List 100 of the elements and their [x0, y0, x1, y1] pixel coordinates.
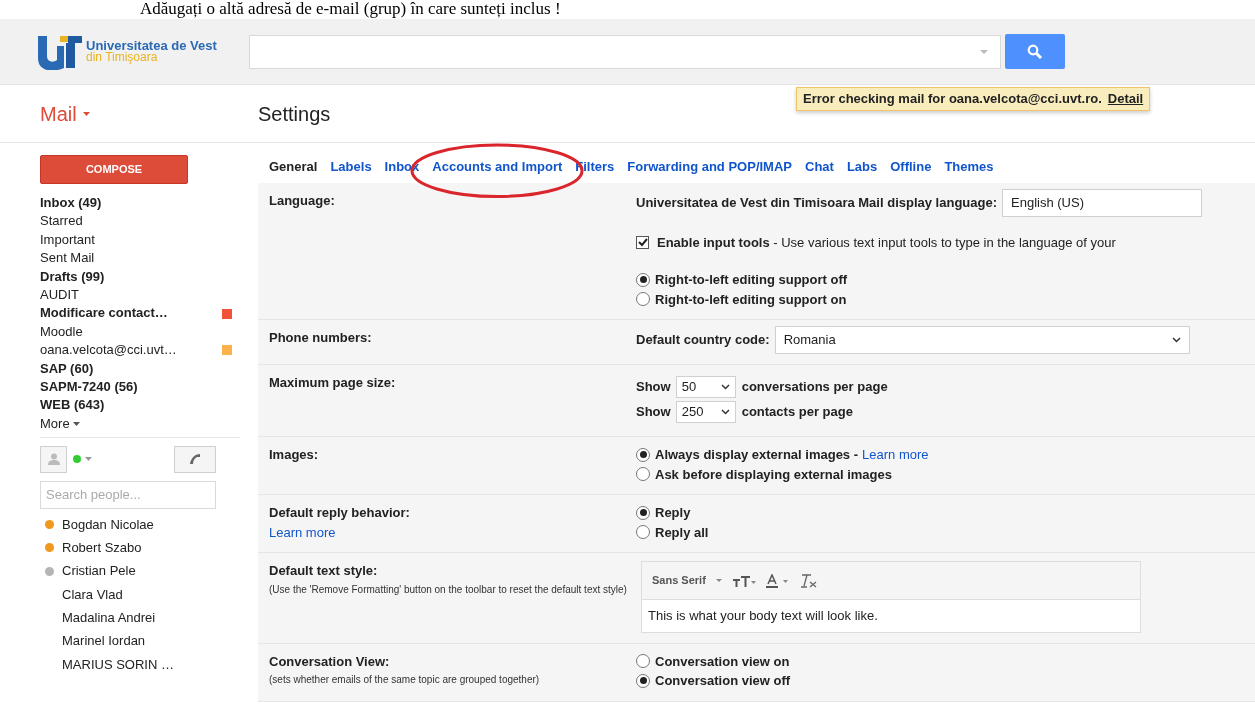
folder-item[interactable]: Sent Mail: [40, 249, 232, 268]
settings-tab[interactable]: General: [269, 157, 318, 177]
folder-item[interactable]: WEB (643): [40, 396, 232, 415]
clear-formatting-icon[interactable]: [799, 573, 818, 588]
setting-label: Conversation View:: [269, 652, 391, 671]
learn-more-link[interactable]: Learn more: [269, 524, 336, 540]
settings-tab[interactable]: Themes: [944, 157, 994, 177]
contact-name[interactable]: Robert Szabo: [62, 536, 142, 560]
details-link[interactable]: Detail: [1107, 91, 1144, 106]
field-label: Default country code:: [636, 331, 770, 350]
contact-name[interactable]: Clara Vlad: [62, 582, 123, 607]
dropdown-select[interactable]: English (US): [1002, 188, 1202, 217]
folder-label: SAP (60): [40, 359, 94, 378]
checkbox-label: Enable input tools - Use various text input tools to type in the language of your: [657, 233, 1116, 252]
radio-button[interactable]: [636, 272, 650, 287]
settings-tab[interactable]: Offline: [890, 157, 932, 177]
field-label: Show: [636, 403, 671, 422]
call-button[interactable]: [174, 445, 216, 473]
folder-label: Starred: [40, 212, 83, 231]
folder-item[interactable]: AUDIT: [40, 286, 232, 305]
font-family-dropdown[interactable]: Sans Serif: [652, 572, 706, 589]
radio-label: Right-to-left editing support off: [655, 271, 848, 289]
settings-tab[interactable]: Labs: [846, 157, 878, 177]
font-size-icon[interactable]: [731, 574, 756, 587]
contact-name[interactable]: Marinel Iordan: [62, 629, 146, 653]
status-menu-icon[interactable]: [73, 455, 95, 464]
field-label: Show: [636, 378, 671, 397]
radio-label: Conversation view on: [655, 652, 790, 671]
folder-item[interactable]: SAP (60): [40, 359, 232, 379]
mail-menu[interactable]: Mail: [40, 98, 77, 129]
field-label: Universitatea de Vest din Timisoara Mail display language:: [636, 193, 997, 212]
radio-label: Reply: [655, 504, 691, 522]
page-title: Settings: [258, 101, 331, 127]
radio-label: Conversation view off: [655, 672, 791, 690]
radio-button[interactable]: [636, 447, 650, 462]
radio-button[interactable]: [636, 292, 650, 307]
checkbox[interactable]: [636, 235, 649, 249]
contact-name[interactable]: MARIUS SORIN …: [62, 652, 174, 676]
caret-icon[interactable]: [82, 111, 90, 116]
folder-label: AUDIT: [40, 286, 79, 305]
setting-label: Phone numbers:: [269, 329, 373, 347]
setting-note: (Use the 'Remove Formatting' button on the toolbar to reset the default text style): [269, 582, 628, 597]
radio-button[interactable]: [636, 467, 650, 482]
folder-label: Drafts (99): [40, 267, 105, 286]
field-label: contacts per page: [741, 403, 853, 422]
folder-item[interactable]: Inbox (49): [40, 194, 232, 213]
more-link[interactable]: More: [40, 414, 70, 433]
settings-tab[interactable]: Chat: [805, 157, 834, 177]
phone-icon: [189, 453, 201, 466]
folder-item[interactable]: Important: [40, 230, 232, 250]
caret-icon[interactable]: [72, 421, 80, 426]
chevron-down-icon: [720, 384, 730, 390]
radio-button[interactable]: [636, 525, 650, 540]
folder-label: WEB (643): [40, 396, 105, 415]
document-caption: Adăugați o altă adresă de e-mail (grup) în care sunteți inclus !: [139, 0, 562, 19]
chevron-down-icon: [720, 409, 730, 415]
folder-item[interactable]: SAPM-7240 (56): [40, 378, 232, 397]
text-style-preview: This is what your body text will look like.: [642, 600, 1140, 632]
folder-label: SAPM-7240 (56): [40, 378, 138, 397]
contact-name[interactable]: Bogdan Nicolae: [62, 512, 154, 537]
search-button[interactable]: [1004, 34, 1065, 69]
folder-item[interactable]: Modificare contact…: [40, 304, 232, 323]
radio-button[interactable]: [636, 505, 650, 520]
contact-name[interactable]: Cristian Pele: [62, 559, 136, 583]
settings-tab[interactable]: Labels: [330, 157, 372, 177]
radio-label: Ask before displaying external images: [655, 465, 892, 484]
chevron-down-icon: [1171, 337, 1181, 343]
folder-label: Moodle: [40, 322, 83, 341]
learn-more-link[interactable]: Learn more: [862, 445, 929, 465]
page-size-select[interactable]: 50: [675, 376, 736, 398]
setting-label: Language:: [269, 191, 336, 210]
folder-item[interactable]: Moodle: [40, 322, 232, 342]
field-label: conversations per page: [741, 378, 888, 397]
page-size-select[interactable]: 250: [675, 401, 736, 423]
caret-icon[interactable]: [715, 579, 722, 582]
text-color-icon[interactable]: [765, 573, 790, 588]
settings-tab[interactable]: Forwarding and POP/IMAP: [627, 157, 792, 177]
folder-label: Important: [40, 230, 95, 249]
setting-note: (sets whether emails of the same topic are grouped together): [269, 673, 541, 687]
folder-label: Sent Mail: [40, 249, 95, 268]
setting-label: Images:: [269, 446, 320, 464]
folder-item[interactable]: Drafts (99): [40, 267, 232, 287]
logo-subtitle: din Timişoara: [86, 52, 159, 63]
radio-button[interactable]: [636, 654, 650, 669]
folder-item[interactable]: oana.velcota@cci.uvt…: [40, 341, 232, 360]
person-icon: [47, 453, 60, 466]
setting-label: Default reply behavior:: [269, 504, 411, 522]
folder-label: Modificare contact…: [40, 304, 168, 323]
radio-button[interactable]: [636, 673, 650, 688]
logo-icon: [38, 33, 82, 70]
compose-button[interactable]: COMPOSE: [40, 155, 188, 184]
setting-label: Maximum page size:: [269, 374, 397, 392]
dropdown-select[interactable]: Romania: [774, 326, 1190, 354]
search-field[interactable]: [248, 34, 1001, 69]
people-search-field[interactable]: Search people...: [40, 480, 216, 509]
search-icon: [1026, 43, 1043, 60]
contact-name[interactable]: Madalina Andrei: [62, 606, 156, 630]
setting-label: Default text style:: [269, 562, 379, 580]
folder-item[interactable]: Starred: [40, 212, 232, 231]
radio-label: Right-to-left editing support on: [655, 290, 847, 309]
